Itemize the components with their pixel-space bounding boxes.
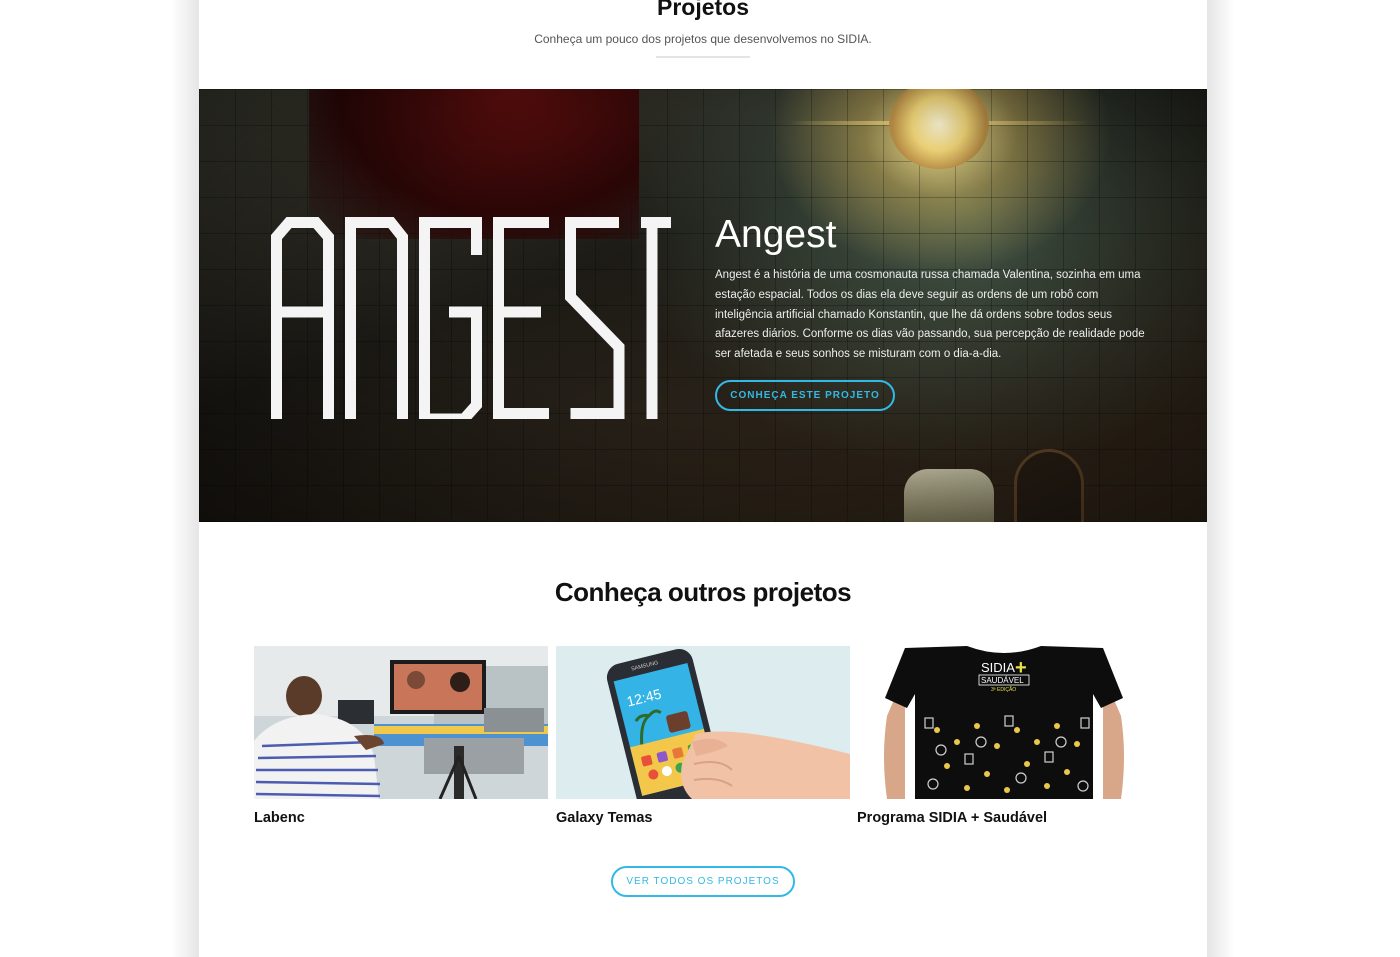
section-title: Projetos [656,0,750,20]
shirt-logo-line2: SAUDÁVEL [981,676,1024,685]
project-card-label: Labenc [254,810,305,826]
galaxy-temas-photo: 12:45 SAMSUNG [556,646,850,799]
featured-project-title: Angest [715,213,837,256]
angest-logo [271,217,671,419]
section-subtitle: Conheça um pouco dos projetos que desenv… [534,32,872,46]
page-shadow-right [1207,0,1235,957]
project-thumbnail-labenc [254,646,548,799]
featured-project-description: Angest é a história de uma cosmonauta ru… [715,269,1145,361]
section-divider [656,56,750,58]
project-card-label: Galaxy Temas [556,810,653,826]
project-card-sidia-saudavel[interactable]: SIDIA + SAUDÁVEL 3ª EDIÇÃO Programa SIDI… [857,646,1151,826]
page-container: Projetos Conheça um pouco dos projetos q… [199,0,1207,957]
project-thumbnail-sidia-saudavel: SIDIA + SAUDÁVEL 3ª EDIÇÃO [857,646,1151,799]
shirt-logo-line3: 3ª EDIÇÃO [991,686,1016,693]
project-card-galaxy-temas[interactable]: 12:45 SAMSUNG Galaxy Temas [556,646,850,826]
project-thumbnail-galaxy-temas: 12:45 SAMSUNG [556,646,850,799]
other-projects-title: Conheça outros projetos [554,577,852,607]
project-card-label: Programa SIDIA + Saudável [857,810,1048,826]
featured-project-button[interactable]: CONHEÇA ESTE PROJETO [715,380,895,411]
sidia-saudavel-photo: SIDIA + SAUDÁVEL 3ª EDIÇÃO [857,646,1151,799]
project-card-labenc[interactable]: Labenc [254,646,548,826]
view-all-projects-button[interactable]: VER TODOS OS PROJETOS [611,866,795,897]
labenc-photo [254,646,548,799]
page-shadow-left [171,0,199,957]
shirt-logo-line1: SIDIA [981,660,1015,675]
featured-project-banner: Angest Angest é a história de uma cosmon… [199,89,1207,522]
